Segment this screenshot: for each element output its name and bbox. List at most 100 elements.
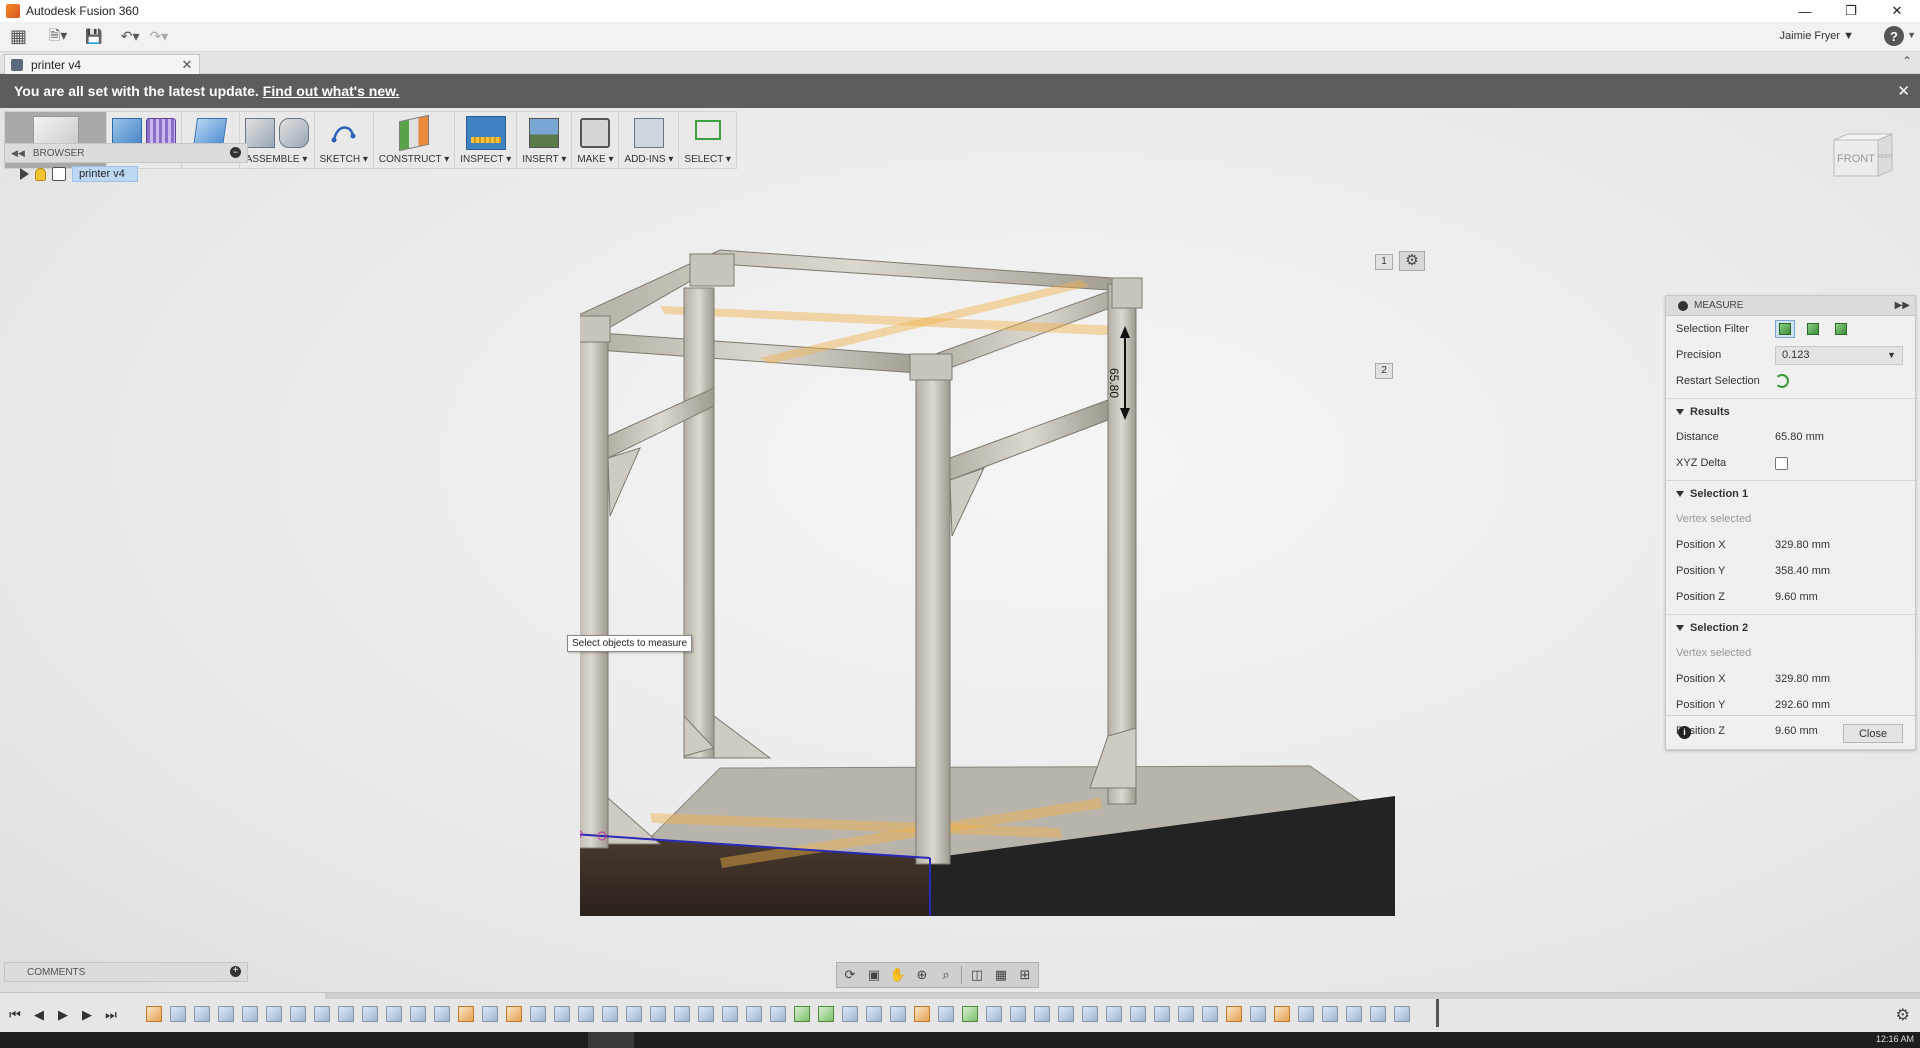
expand-triangle-icon[interactable] (20, 168, 29, 180)
browser-header[interactable]: ◀◀ BROWSER − (4, 143, 248, 163)
measure-header[interactable]: MEASURE ▶▶ (1666, 296, 1915, 316)
timeline-feature[interactable] (218, 1006, 234, 1022)
add-comment-icon[interactable]: + (230, 966, 241, 977)
timeline-feature[interactable] (1298, 1006, 1314, 1022)
measure-point-2-marker[interactable]: 2 (1375, 363, 1393, 379)
timeline-feature[interactable] (1250, 1006, 1266, 1022)
filter-edge-icon[interactable] (1803, 320, 1823, 338)
fit-icon[interactable]: ⌕ (937, 966, 955, 984)
browser-minus-icon[interactable]: − (230, 147, 241, 158)
collapse-icon[interactable]: ⌃ (1902, 54, 1912, 68)
timeline-feature[interactable] (890, 1006, 906, 1022)
timeline-feature[interactable] (722, 1006, 738, 1022)
filter-vertex-icon[interactable] (1775, 320, 1795, 338)
toolbar-construct[interactable]: CONSTRUCT ▾ (374, 112, 456, 168)
file-menu-icon[interactable]: 🗎▾ (49, 25, 67, 49)
timeline-feature[interactable] (842, 1006, 858, 1022)
orbit-icon[interactable]: ⟳ (841, 966, 859, 984)
help-caret-icon[interactable]: ▼ (1907, 30, 1916, 40)
timeline-feature[interactable] (794, 1006, 810, 1022)
viewports-icon[interactable]: ⊞ (1016, 966, 1034, 984)
timeline-feature[interactable] (674, 1006, 690, 1022)
toolbar-insert[interactable]: INSERT ▾ (517, 112, 573, 168)
timeline-feature[interactable] (626, 1006, 642, 1022)
filter-face-icon[interactable] (1831, 320, 1851, 338)
toolbar-assemble[interactable]: ASSEMBLE ▾ (240, 112, 315, 168)
selection-2-section-header[interactable]: Selection 2 (1666, 614, 1915, 640)
visibility-bulb-icon[interactable] (35, 167, 46, 181)
timeline-feature[interactable] (1370, 1006, 1386, 1022)
browser-root-label[interactable]: printer v4 (72, 166, 138, 182)
zoom-icon[interactable]: ⊕ (913, 966, 931, 984)
timeline-feature[interactable] (458, 1006, 474, 1022)
timeline-feature[interactable] (1274, 1006, 1290, 1022)
timeline-feature[interactable] (986, 1006, 1002, 1022)
go-to-start-icon[interactable]: ⏮ (8, 1007, 22, 1023)
printer-frame-model[interactable]: 65.80 (580, 168, 1410, 992)
timeline-feature[interactable] (650, 1006, 666, 1022)
go-to-end-icon[interactable]: ⏭ (104, 1007, 118, 1023)
help-icon[interactable]: ? (1884, 26, 1904, 46)
timeline-feature[interactable] (386, 1006, 402, 1022)
document-tab[interactable]: printer v4 ✕ (4, 54, 200, 74)
timeline-feature[interactable] (866, 1006, 882, 1022)
timeline-feature[interactable] (698, 1006, 714, 1022)
view-cube[interactable]: FRONT RIGHT (1830, 130, 1896, 186)
timeline-feature[interactable] (770, 1006, 786, 1022)
timeline-feature[interactable] (314, 1006, 330, 1022)
timeline-feature[interactable] (266, 1006, 282, 1022)
whats-new-link[interactable]: Find out what's new. (263, 83, 400, 99)
banner-close-icon[interactable]: ✕ (1897, 82, 1910, 100)
precision-dropdown[interactable]: 0.123 ▼ (1775, 345, 1903, 365)
timeline-settings-icon[interactable]: ⚙ (1896, 1005, 1910, 1025)
selection-1-section-header[interactable]: Selection 1 (1666, 480, 1915, 506)
restore-icon[interactable]: ❐ (1828, 0, 1874, 22)
timeline-feature[interactable] (578, 1006, 594, 1022)
results-section-header[interactable]: Results (1666, 398, 1915, 424)
timeline-position-marker[interactable] (1436, 999, 1439, 1027)
close-window-icon[interactable]: ✕ (1874, 0, 1920, 22)
timeline-feature[interactable] (1394, 1006, 1410, 1022)
timeline-feature[interactable] (194, 1006, 210, 1022)
browser-collapse-icon[interactable]: ◀◀ (11, 148, 25, 159)
timeline-feature[interactable] (362, 1006, 378, 1022)
info-icon[interactable]: i (1678, 726, 1691, 739)
timeline-feature[interactable] (482, 1006, 498, 1022)
undo-icon[interactable]: ↶▾ (121, 28, 140, 45)
timeline-feature[interactable] (1226, 1006, 1242, 1022)
timeline-feature[interactable] (530, 1006, 546, 1022)
redo-icon[interactable]: ↷▾ (150, 28, 169, 45)
measure-close-button[interactable]: Close (1843, 724, 1903, 743)
play-icon[interactable]: ▶ (56, 1007, 70, 1023)
toolbar-addins[interactable]: ADD-INS ▾ (619, 112, 680, 168)
timeline-feature[interactable] (1058, 1006, 1074, 1022)
timeline-feature[interactable] (170, 1006, 186, 1022)
timeline-feature[interactable] (1202, 1006, 1218, 1022)
timeline-feature[interactable] (1082, 1006, 1098, 1022)
step-forward-icon[interactable]: ▶ (80, 1007, 94, 1023)
step-back-icon[interactable]: ◀ (32, 1007, 46, 1023)
toolbar-select[interactable]: SELECT ▾ (679, 112, 736, 168)
timeline-feature[interactable] (1106, 1006, 1122, 1022)
restart-selection-icon[interactable] (1775, 374, 1789, 388)
minimize-icon[interactable]: — (1782, 0, 1828, 22)
canvas-viewport[interactable]: MODEL ▾ CREATE ▾ MODIFY ▾ ASSEMBLE ▾ SKE… (0, 108, 1920, 992)
user-menu[interactable]: Jaimie Fryer ▼ (1780, 30, 1854, 42)
timeline-feature[interactable] (506, 1006, 522, 1022)
comments-panel[interactable]: COMMENTS + (4, 962, 248, 982)
measure-minimize-icon[interactable] (1678, 300, 1688, 311)
pan-icon[interactable]: ✋ (889, 966, 907, 984)
timeline-feature[interactable] (938, 1006, 954, 1022)
timeline-feature[interactable] (818, 1006, 834, 1022)
timeline-feature[interactable] (914, 1006, 930, 1022)
toolbar-inspect[interactable]: INSPECT ▾ (455, 112, 518, 168)
toolbar-make[interactable]: MAKE ▾ (572, 112, 620, 168)
look-at-icon[interactable]: ▣ (865, 966, 883, 984)
timeline-feature[interactable] (746, 1006, 762, 1022)
timeline-feature[interactable] (962, 1006, 978, 1022)
timeline-feature[interactable] (1346, 1006, 1362, 1022)
timeline-feature[interactable] (554, 1006, 570, 1022)
timeline-feature[interactable] (1178, 1006, 1194, 1022)
timeline-feature[interactable] (338, 1006, 354, 1022)
timeline-feature[interactable] (434, 1006, 450, 1022)
